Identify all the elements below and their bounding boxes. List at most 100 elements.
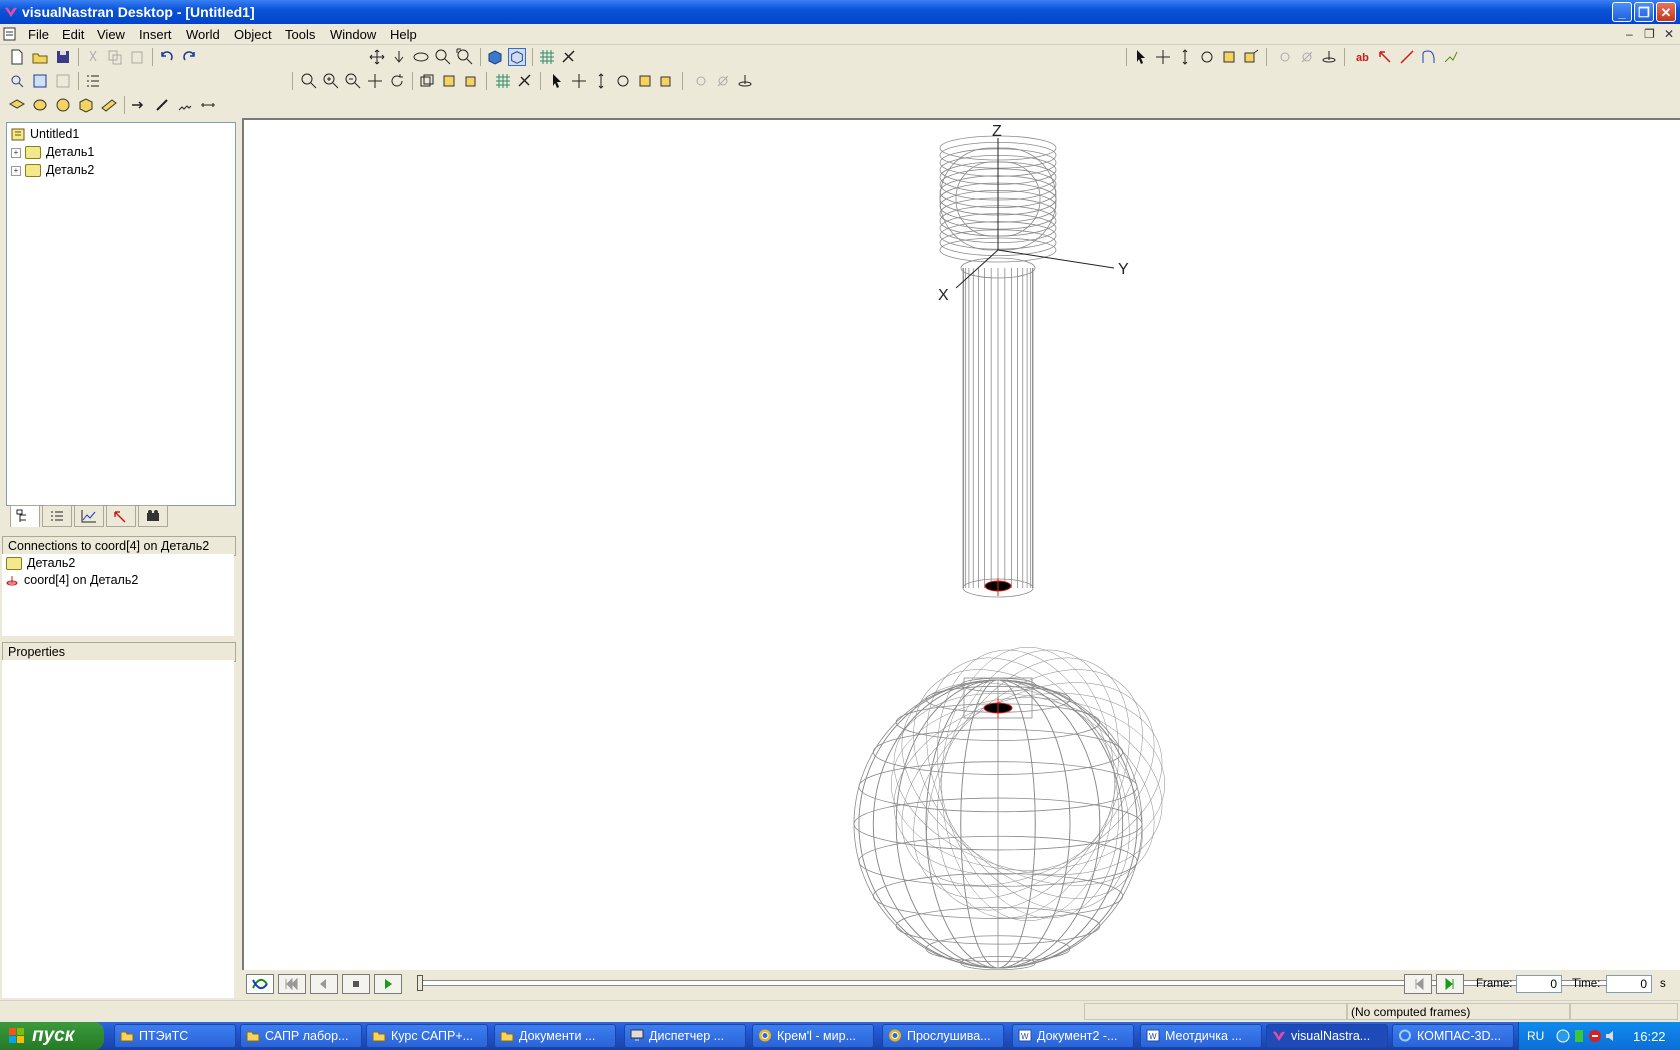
expand-icon[interactable]: +: [11, 165, 21, 176]
tree-root[interactable]: Untitled1: [11, 127, 79, 141]
redo-icon[interactable]: [180, 48, 198, 66]
taskbar-item[interactable]: visualNastra...: [1266, 1024, 1388, 1048]
move-tool-icon-2[interactable]: [570, 72, 588, 90]
scene-icon-2[interactable]: [516, 72, 534, 90]
box-outline-icon[interactable]: [418, 72, 436, 90]
3d-viewport[interactable]: Z Y X: [242, 118, 1680, 970]
damper-icon[interactable]: [199, 96, 217, 114]
menu-insert[interactable]: Insert: [139, 27, 172, 42]
zoom-window-icon[interactable]: [434, 48, 452, 66]
drop-icon[interactable]: [390, 48, 408, 66]
zoom-fit-icon[interactable]: [456, 48, 474, 66]
constraint-disabled-icon[interactable]: [1276, 48, 1294, 66]
frame-icon[interactable]: [31, 72, 49, 90]
prev-frame-button[interactable]: [1404, 974, 1432, 994]
zoom-in-icon[interactable]: [322, 72, 340, 90]
taskbar-item[interactable]: Документи ...: [494, 1024, 616, 1048]
tab-camera[interactable]: [138, 505, 168, 527]
resize-tool-icon-2[interactable]: [658, 72, 676, 90]
save-icon[interactable]: [54, 48, 72, 66]
orbit-icon[interactable]: [412, 48, 430, 66]
menu-object[interactable]: Object: [234, 27, 272, 42]
menu-help[interactable]: Help: [390, 27, 417, 42]
language-indicator[interactable]: RU: [1527, 1029, 1544, 1043]
menu-view[interactable]: View: [97, 27, 125, 42]
taskbar-item[interactable]: W Меотдичка ...: [1140, 1024, 1262, 1048]
taskbar-item[interactable]: W Документ2 -...: [1012, 1024, 1134, 1048]
constraint-off-icon[interactable]: [1298, 48, 1316, 66]
frame-disabled-icon[interactable]: [54, 72, 72, 90]
open-folder-icon[interactable]: [31, 48, 49, 66]
move-tool-icon[interactable]: [1154, 48, 1172, 66]
move-icon[interactable]: [368, 48, 386, 66]
taskbar-item[interactable]: Крем'l - мир...: [752, 1024, 874, 1048]
menu-tools[interactable]: Tools: [285, 27, 315, 42]
speaker-icon[interactable]: [1603, 1028, 1619, 1044]
frame-input[interactable]: 0: [1516, 975, 1562, 993]
new-file-icon[interactable]: [8, 48, 26, 66]
expand-icon[interactable]: +: [11, 147, 21, 158]
tab-graph[interactable]: [74, 505, 104, 527]
vertical-move-icon-2[interactable]: [592, 72, 610, 90]
tab-coord[interactable]: [106, 505, 136, 527]
pan-icon[interactable]: [366, 72, 384, 90]
taskbar-item[interactable]: КОМПАС-3D...: [1392, 1024, 1514, 1048]
simulate-button[interactable]: [246, 974, 274, 994]
copy-icon[interactable]: [106, 48, 124, 66]
box-body-icon[interactable]: [77, 96, 95, 114]
coord-anchor-icon-2[interactable]: [736, 72, 754, 90]
rod-icon[interactable]: [153, 96, 171, 114]
menu-world[interactable]: World: [186, 27, 220, 42]
scene-icon[interactable]: [560, 48, 578, 66]
tree-item-detal1[interactable]: + Деталь1: [11, 145, 94, 160]
resize-tool-icon[interactable]: [1242, 48, 1260, 66]
constraint-disabled-icon-2[interactable]: [692, 72, 710, 90]
connection-item[interactable]: coord[4] on Деталь2: [6, 573, 138, 587]
timeline-thumb[interactable]: [417, 975, 423, 991]
grid-icon[interactable]: [538, 48, 556, 66]
taskbar-item[interactable]: Диспетчер ...: [624, 1024, 746, 1048]
next-frame-button[interactable]: [1436, 974, 1464, 994]
select-arrow-icon[interactable]: [1132, 48, 1150, 66]
coord-anchor-icon[interactable]: [1320, 48, 1338, 66]
cut-icon[interactable]: [84, 48, 102, 66]
document-icon[interactable]: [3, 27, 17, 41]
restore-button[interactable]: ❐: [1634, 2, 1654, 22]
mdi-minimize-button[interactable]: –: [1626, 27, 1633, 41]
polyline-tool-icon[interactable]: [1442, 48, 1460, 66]
constraint-off-icon-2[interactable]: [714, 72, 732, 90]
mdi-restore-button[interactable]: ❐: [1644, 27, 1655, 41]
zoom-icon[interactable]: [300, 72, 318, 90]
rectangle-body-icon[interactable]: [8, 96, 26, 114]
text-tool-icon[interactable]: ab: [1354, 48, 1372, 66]
wireframe-view-icon[interactable]: [508, 48, 526, 66]
joint-icon[interactable]: [130, 96, 148, 114]
grid-icon-2[interactable]: [494, 72, 512, 90]
scene-canvas[interactable]: Z Y X: [244, 120, 1680, 970]
sphere-body-icon[interactable]: [54, 96, 72, 114]
spring-icon[interactable]: [176, 96, 194, 114]
tree-item-detal2[interactable]: + Деталь2: [11, 163, 94, 178]
zoom-out-icon[interactable]: [344, 72, 362, 90]
mdi-close-button[interactable]: ✕: [1664, 27, 1674, 41]
antivirus-icon[interactable]: [1587, 1028, 1603, 1044]
pointer-icon[interactable]: [548, 72, 566, 90]
rotate-tool-icon[interactable]: [1198, 48, 1216, 66]
tab-tree[interactable]: [10, 505, 40, 527]
menu-file[interactable]: File: [28, 27, 49, 42]
cylinder-body-icon[interactable]: [31, 96, 49, 114]
minimize-button[interactable]: _: [1612, 2, 1632, 22]
taskbar-item[interactable]: ПТЭиТС: [114, 1024, 236, 1048]
battery-icon[interactable]: [1573, 1028, 1585, 1044]
rotate-view-icon[interactable]: [388, 72, 406, 90]
taskbar-item[interactable]: Курс САПР+...: [366, 1024, 488, 1048]
menu-edit[interactable]: Edit: [62, 27, 84, 42]
line-tool-icon[interactable]: [1398, 48, 1416, 66]
tab-list[interactable]: [42, 505, 72, 527]
vertical-move-icon[interactable]: [1176, 48, 1194, 66]
spin-tool-icon-2[interactable]: [636, 72, 654, 90]
shaded-view-icon[interactable]: [486, 48, 504, 66]
plane-body-icon[interactable]: [100, 96, 118, 114]
time-input[interactable]: 0: [1606, 975, 1652, 993]
network-icon[interactable]: [1555, 1028, 1571, 1044]
